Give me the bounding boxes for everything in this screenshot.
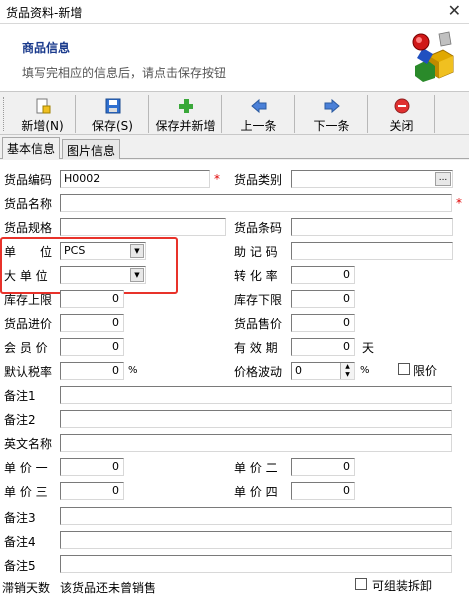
save-disk-icon xyxy=(105,98,120,114)
assemble-checkbox[interactable] xyxy=(355,578,367,590)
price1-input[interactable]: 0 xyxy=(60,458,124,476)
remark4-input[interactable] xyxy=(60,531,452,549)
remark4-label: 备注4 xyxy=(4,535,36,549)
price2-input[interactable]: 0 xyxy=(291,458,355,476)
code-input[interactable]: H0002 xyxy=(60,170,210,188)
form-panel: 货品编码 H0002 * 货品类别 ... 货品名称 * 货品规格 货品条码 单… xyxy=(0,160,469,596)
member-price-label: 会 员 价 xyxy=(4,341,48,355)
remark1-label: 备注1 xyxy=(4,389,36,403)
remark5-input[interactable] xyxy=(60,555,452,573)
stock-min-label: 库存下限 xyxy=(234,293,283,307)
close-button-label: 关闭 xyxy=(389,119,414,133)
previous-record-button[interactable]: 上一条 xyxy=(223,95,295,133)
barcode-input[interactable] xyxy=(291,218,453,236)
toolbar: 新增(N) 保存(S) 保存并新增 上一条 下一条 关闭 xyxy=(0,93,469,135)
tax-unit: % xyxy=(128,365,138,376)
stock-max-input[interactable]: 0 xyxy=(60,290,124,308)
remark3-label: 备注3 xyxy=(4,511,36,525)
code-label: 货品编码 xyxy=(4,173,53,187)
title-bar: 货品资料-新增 ✕ xyxy=(0,0,469,24)
english-name-label: 英文名称 xyxy=(4,437,53,451)
tax-input[interactable]: 0 xyxy=(60,362,124,380)
mnemonic-label: 助 记 码 xyxy=(234,245,278,259)
conversion-input[interactable]: 0 xyxy=(291,266,355,284)
remark5-label: 备注5 xyxy=(4,559,36,573)
validity-unit: 天 xyxy=(362,341,375,355)
new-button[interactable]: 新增(N) xyxy=(10,95,76,133)
conversion-label: 转 化 率 xyxy=(234,269,278,283)
english-name-input[interactable] xyxy=(60,434,452,452)
validity-label: 有 效 期 xyxy=(234,341,278,355)
spin-buttons[interactable]: ▲ ▼ xyxy=(340,363,354,379)
remark2-input[interactable] xyxy=(60,410,452,428)
price-fluctuation-label: 价格波动 xyxy=(234,365,283,379)
close-window-icon[interactable]: ✕ xyxy=(448,1,461,20)
close-button[interactable]: 关闭 xyxy=(369,95,435,133)
sale-price-input[interactable]: 0 xyxy=(291,314,355,332)
name-input[interactable] xyxy=(60,194,452,212)
code-required-mark: * xyxy=(214,172,220,186)
price3-label: 单 价 三 xyxy=(4,485,48,499)
price2-label: 单 价 二 xyxy=(234,461,278,475)
price4-input[interactable]: 0 xyxy=(291,482,355,500)
category-label: 货品类别 xyxy=(234,173,283,187)
purchase-price-input[interactable]: 0 xyxy=(60,314,124,332)
plus-icon xyxy=(178,99,193,113)
arrow-left-icon xyxy=(250,98,266,114)
price-fluctuation-unit: % xyxy=(360,365,370,376)
category-browse-button[interactable]: ... xyxy=(435,172,451,186)
price3-input[interactable]: 0 xyxy=(60,482,124,500)
previous-record-label: 上一条 xyxy=(240,119,277,133)
new-button-label: 新增(N) xyxy=(21,119,64,133)
price-fluctuation-spinner[interactable]: 0 ▲ ▼ xyxy=(291,362,355,380)
stop-icon xyxy=(394,98,409,114)
next-record-label: 下一条 xyxy=(313,119,350,133)
new-file-icon xyxy=(36,98,50,114)
assemble-label: 可组装拆卸 xyxy=(372,579,433,593)
save-button-label: 保存(S) xyxy=(92,119,133,133)
stock-min-input[interactable]: 0 xyxy=(291,290,355,308)
limit-price-label: 限价 xyxy=(413,364,438,378)
slow-days-label: 滞销天数 xyxy=(2,581,51,595)
member-price-input[interactable]: 0 xyxy=(60,338,124,356)
header-banner: 商品信息 填写完相应的信息后，请点击保存按钮 xyxy=(0,24,469,92)
category-input[interactable]: ... xyxy=(291,170,453,188)
header-subtitle: 填写完相应的信息后，请点击保存按钮 xyxy=(22,66,227,80)
tab-strip: 基本信息 图片信息 xyxy=(0,137,469,159)
limit-price-checkbox[interactable] xyxy=(398,363,410,375)
barcode-label: 货品条码 xyxy=(234,221,283,235)
save-button[interactable]: 保存(S) xyxy=(77,95,149,133)
product-shapes-icon xyxy=(412,31,454,82)
tab-basic-info[interactable]: 基本信息 xyxy=(2,137,61,159)
remark2-label: 备注2 xyxy=(4,413,36,427)
validity-input[interactable]: 0 xyxy=(291,338,355,356)
toolbar-grip[interactable] xyxy=(3,97,6,131)
window-title: 货品资料-新增 xyxy=(6,6,83,20)
spin-up-icon[interactable]: ▲ xyxy=(341,363,354,371)
header-title: 商品信息 xyxy=(22,41,71,55)
price4-label: 单 价 四 xyxy=(234,485,278,499)
save-and-new-button[interactable]: 保存并新增 xyxy=(150,95,222,133)
next-record-button[interactable]: 下一条 xyxy=(296,95,368,133)
remark3-input[interactable] xyxy=(60,507,452,525)
stock-max-label: 库存上限 xyxy=(4,293,53,307)
spec-label: 货品规格 xyxy=(4,221,53,235)
mnemonic-input[interactable] xyxy=(291,242,453,260)
save-and-new-label: 保存并新增 xyxy=(155,119,216,133)
spec-input[interactable] xyxy=(60,218,226,236)
remark1-input[interactable] xyxy=(60,386,452,404)
tax-label: 默认税率 xyxy=(4,365,53,379)
sale-price-label: 货品售价 xyxy=(234,317,283,331)
name-label: 货品名称 xyxy=(4,197,53,211)
purchase-price-label: 货品进价 xyxy=(4,317,53,331)
slow-days-value: 该货品还未曾销售 xyxy=(60,581,157,595)
highlight-box xyxy=(0,237,178,294)
tab-image-info[interactable]: 图片信息 xyxy=(62,139,121,159)
arrow-right-icon xyxy=(324,98,340,114)
spin-down-icon[interactable]: ▼ xyxy=(341,371,354,379)
name-required-mark: * xyxy=(456,196,462,210)
price1-label: 单 价 一 xyxy=(4,461,48,475)
price-fluctuation-value: 0 xyxy=(295,364,302,377)
